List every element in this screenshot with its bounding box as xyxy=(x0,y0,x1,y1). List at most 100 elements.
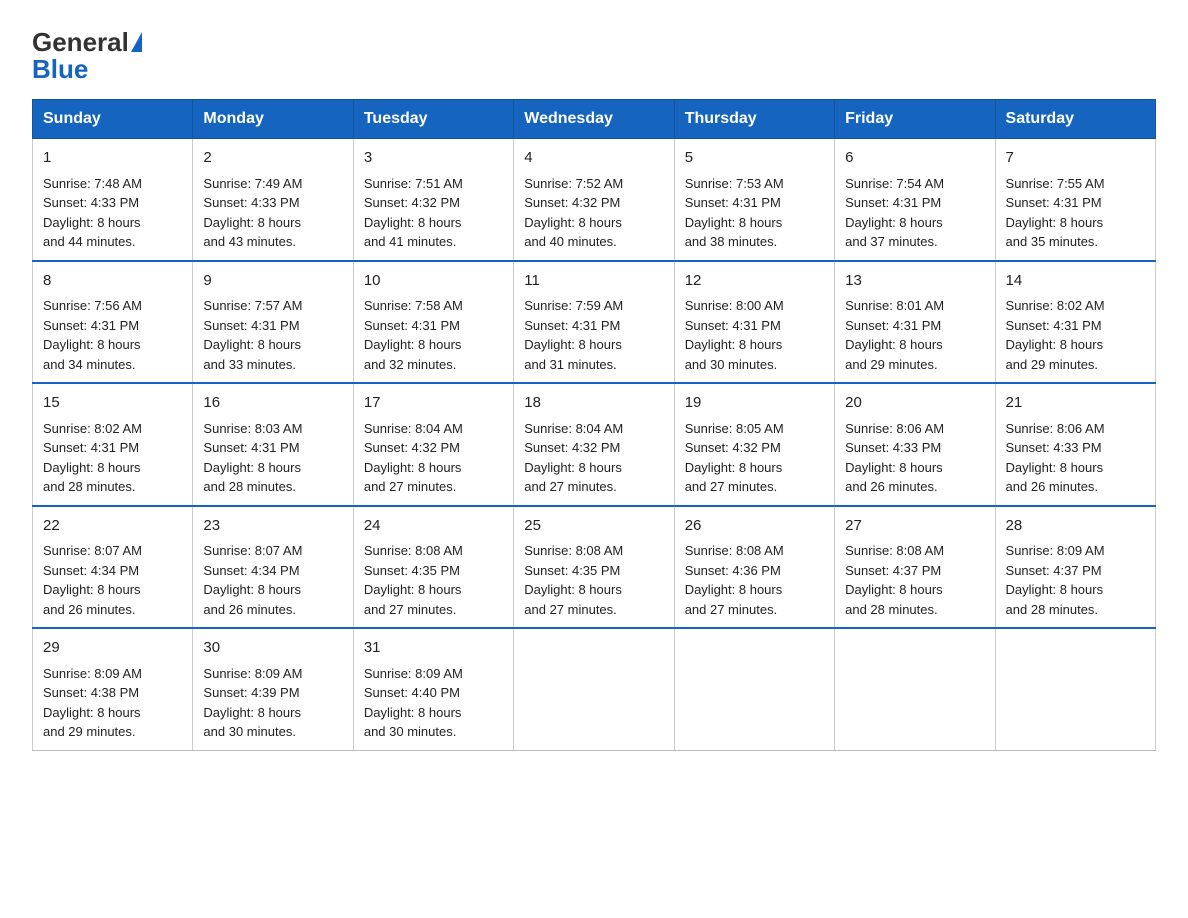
calendar-cell: 2Sunrise: 7:49 AMSunset: 4:33 PMDaylight… xyxy=(193,139,353,261)
calendar-cell: 15Sunrise: 8:02 AMSunset: 4:31 PMDayligh… xyxy=(33,383,193,506)
day-number: 12 xyxy=(685,270,824,293)
sunset-text: Sunset: 4:31 PM xyxy=(203,440,299,455)
sunset-text: Sunset: 4:33 PM xyxy=(845,440,941,455)
col-header-tuesday: Tuesday xyxy=(353,100,513,139)
calendar-cell: 27Sunrise: 8:08 AMSunset: 4:37 PMDayligh… xyxy=(835,506,995,629)
daylight-text: Daylight: 8 hoursand 30 minutes. xyxy=(685,337,783,372)
sunset-text: Sunset: 4:32 PM xyxy=(685,440,781,455)
daylight-text: Daylight: 8 hoursand 28 minutes. xyxy=(43,460,141,495)
day-number: 26 xyxy=(685,515,824,538)
sunrise-text: Sunrise: 8:00 AM xyxy=(685,298,784,313)
day-number: 20 xyxy=(845,392,984,415)
sunset-text: Sunset: 4:31 PM xyxy=(43,318,139,333)
sunrise-text: Sunrise: 8:01 AM xyxy=(845,298,944,313)
sunrise-text: Sunrise: 8:09 AM xyxy=(203,666,302,681)
calendar-cell: 17Sunrise: 8:04 AMSunset: 4:32 PMDayligh… xyxy=(353,383,513,506)
sunset-text: Sunset: 4:31 PM xyxy=(845,318,941,333)
sunset-text: Sunset: 4:35 PM xyxy=(364,563,460,578)
calendar-cell: 30 Sunrise: 8:09 AM Sunset: 4:39 PM Dayligh… xyxy=(193,628,353,750)
sunset-text: Sunset: 4:32 PM xyxy=(364,440,460,455)
daylight-text: Daylight: 8 hoursand 30 minutes. xyxy=(203,705,301,740)
calendar-cell: 20 Sunrise: 8:06 AM Sunset: 4:33 PM Dayligh… xyxy=(835,383,995,506)
logo-triangle-icon xyxy=(131,32,142,52)
sunrise-text: Sunrise: 7:52 AM xyxy=(524,176,623,191)
sunset-text: Sunset: 4:31 PM xyxy=(685,195,781,210)
calendar-cell: 31Sunrise: 8:09 AMSunset: 4:40 PMDayligh… xyxy=(353,628,513,750)
day-number: 16 xyxy=(203,392,342,415)
sunrise-text: Sunrise: 8:08 AM xyxy=(524,543,623,558)
day-number: 30 xyxy=(203,637,342,660)
sunset-text: Sunset: 4:33 PM xyxy=(203,195,299,210)
calendar-cell: 4Sunrise: 7:52 AMSunset: 4:32 PMDaylight… xyxy=(514,139,674,261)
sunrise-text: Sunrise: 8:05 AM xyxy=(685,421,784,436)
sunrise-text: Sunrise: 8:07 AM xyxy=(43,543,142,558)
daylight-text: Daylight: 8 hoursand 26 minutes. xyxy=(845,460,943,495)
sunrise-text: Sunrise: 7:49 AM xyxy=(203,176,302,191)
sunset-text: Sunset: 4:31 PM xyxy=(1006,195,1102,210)
daylight-text: Daylight: 8 hoursand 27 minutes. xyxy=(524,582,622,617)
daylight-text: Daylight: 8 hoursand 26 minutes. xyxy=(43,582,141,617)
calendar-cell: 28Sunrise: 8:09 AMSunset: 4:37 PMDayligh… xyxy=(995,506,1155,629)
calendar-table: SundayMondayTuesdayWednesdayThursdayFrid… xyxy=(32,99,1156,751)
sunset-text: Sunset: 4:32 PM xyxy=(364,195,460,210)
calendar-cell: 29Sunrise: 8:09 AMSunset: 4:38 PMDayligh… xyxy=(33,628,193,750)
day-number: 25 xyxy=(524,515,663,538)
daylight-text: Daylight: 8 hoursand 32 minutes. xyxy=(364,337,462,372)
day-number: 10 xyxy=(364,270,503,293)
sunrise-text: Sunrise: 8:09 AM xyxy=(43,666,142,681)
col-header-monday: Monday xyxy=(193,100,353,139)
calendar-cell: 19Sunrise: 8:05 AMSunset: 4:32 PMDayligh… xyxy=(674,383,834,506)
sunset-text: Sunset: 4:33 PM xyxy=(1006,440,1102,455)
calendar-cell: 14Sunrise: 8:02 AMSunset: 4:31 PMDayligh… xyxy=(995,261,1155,384)
daylight-text: Daylight: 8 hoursand 28 minutes. xyxy=(1006,582,1104,617)
sunrise-text: Sunrise: 8:06 AM xyxy=(845,421,944,436)
day-number: 22 xyxy=(43,515,182,538)
day-number: 13 xyxy=(845,270,984,293)
calendar-week-row: 29Sunrise: 8:09 AMSunset: 4:38 PMDayligh… xyxy=(33,628,1156,750)
sunrise-text: Sunrise: 8:08 AM xyxy=(845,543,944,558)
sunrise-text: Sunrise: 7:48 AM xyxy=(43,176,142,191)
calendar-cell: 22Sunrise: 8:07 AMSunset: 4:34 PMDayligh… xyxy=(33,506,193,629)
day-number: 28 xyxy=(1006,515,1145,538)
day-number: 21 xyxy=(1006,392,1145,415)
sunset-text: Sunset: 4:31 PM xyxy=(1006,318,1102,333)
daylight-text: Daylight: 8 hoursand 35 minutes. xyxy=(1006,215,1104,250)
daylight-text: Daylight: 8 hoursand 27 minutes. xyxy=(364,582,462,617)
sunrise-text: Sunrise: 7:56 AM xyxy=(43,298,142,313)
col-header-saturday: Saturday xyxy=(995,100,1155,139)
daylight-text: Daylight: 8 hoursand 26 minutes. xyxy=(203,582,301,617)
sunset-text: Sunset: 4:37 PM xyxy=(1006,563,1102,578)
sunset-text: Sunset: 4:34 PM xyxy=(203,563,299,578)
sunset-text: Sunset: 4:31 PM xyxy=(524,318,620,333)
daylight-text: Daylight: 8 hoursand 40 minutes. xyxy=(524,215,622,250)
logo: General Blue xyxy=(32,28,142,83)
col-header-sunday: Sunday xyxy=(33,100,193,139)
sunrise-text: Sunrise: 7:59 AM xyxy=(524,298,623,313)
sunset-text: Sunset: 4:39 PM xyxy=(203,685,299,700)
calendar-cell: 3Sunrise: 7:51 AMSunset: 4:32 PMDaylight… xyxy=(353,139,513,261)
day-number: 7 xyxy=(1006,147,1145,170)
daylight-text: Daylight: 8 hoursand 41 minutes. xyxy=(364,215,462,250)
day-number: 2 xyxy=(203,147,342,170)
col-header-wednesday: Wednesday xyxy=(514,100,674,139)
daylight-text: Daylight: 8 hoursand 27 minutes. xyxy=(685,460,783,495)
daylight-text: Daylight: 8 hoursand 26 minutes. xyxy=(1006,460,1104,495)
sunset-text: Sunset: 4:35 PM xyxy=(524,563,620,578)
sunset-text: Sunset: 4:33 PM xyxy=(43,195,139,210)
sunset-text: Sunset: 4:31 PM xyxy=(43,440,139,455)
day-number: 6 xyxy=(845,147,984,170)
daylight-text: Daylight: 8 hoursand 29 minutes. xyxy=(43,705,141,740)
calendar-cell: 11Sunrise: 7:59 AMSunset: 4:31 PMDayligh… xyxy=(514,261,674,384)
calendar-cell: 9Sunrise: 7:57 AMSunset: 4:31 PMDaylight… xyxy=(193,261,353,384)
day-number: 15 xyxy=(43,392,182,415)
daylight-text: Daylight: 8 hoursand 38 minutes. xyxy=(685,215,783,250)
calendar-cell: 16 Sunrise: 8:03 AM Sunset: 4:31 PM Dayligh… xyxy=(193,383,353,506)
daylight-text: Daylight: 8 hoursand 27 minutes. xyxy=(685,582,783,617)
calendar-week-row: 15Sunrise: 8:02 AMSunset: 4:31 PMDayligh… xyxy=(33,383,1156,506)
day-number: 27 xyxy=(845,515,984,538)
sunrise-text: Sunrise: 8:03 AM xyxy=(203,421,302,436)
daylight-text: Daylight: 8 hoursand 28 minutes. xyxy=(203,460,301,495)
day-number: 9 xyxy=(203,270,342,293)
sunrise-text: Sunrise: 8:04 AM xyxy=(364,421,463,436)
sunrise-text: Sunrise: 7:53 AM xyxy=(685,176,784,191)
